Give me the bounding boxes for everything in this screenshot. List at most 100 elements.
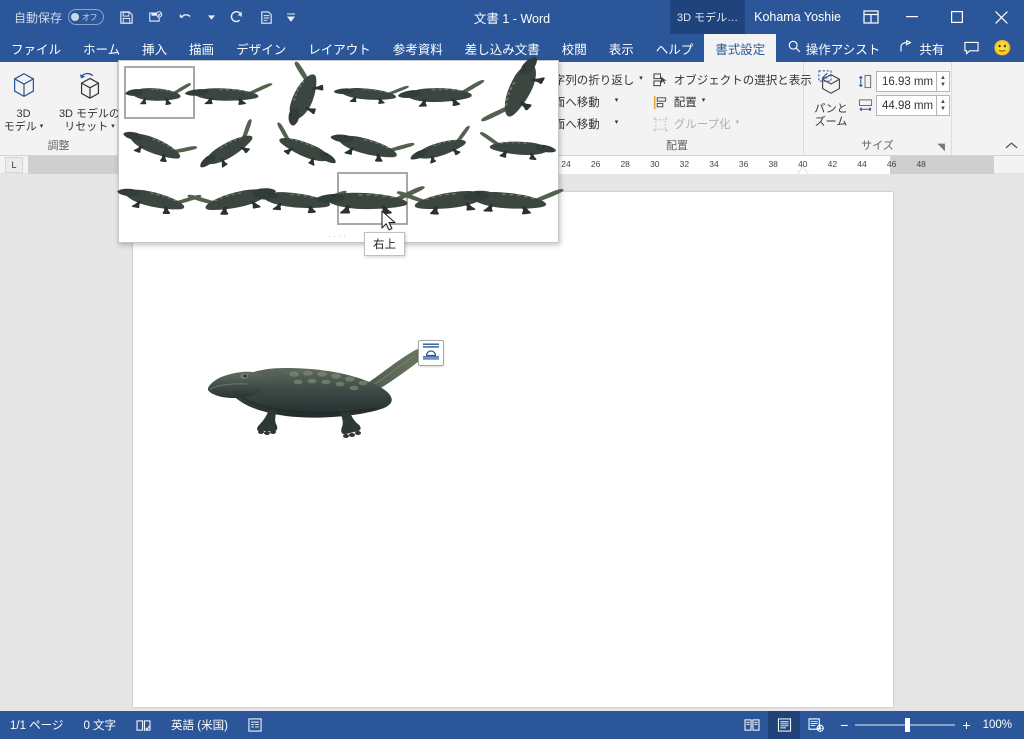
spin-down-icon[interactable]: ▼ — [940, 106, 946, 113]
reset-3d-model-button[interactable]: 3D モデルの リセット ▾ — [55, 66, 125, 135]
ribbon-display-options-icon[interactable] — [853, 0, 889, 34]
ruler-tick-label: 24 — [561, 159, 571, 169]
tab-help[interactable]: ヘルプ — [645, 34, 705, 62]
align-button[interactable]: 配置 ▾ — [648, 91, 817, 113]
word-count-status[interactable]: 0 文字 — [73, 717, 126, 733]
tab-view[interactable]: 表示 — [598, 34, 645, 62]
accessibility-icon[interactable] — [238, 718, 272, 732]
spin-up-icon[interactable]: ▲ — [940, 75, 946, 82]
3d-model-thumbnail-image — [467, 126, 562, 164]
chevron-down-icon[interactable]: ▾ — [615, 96, 619, 104]
share-label: 共有 — [919, 42, 945, 57]
ribbon-group-adjust-title: 調整 — [47, 140, 70, 152]
tab-references[interactable]: 参考資料 — [382, 34, 454, 62]
3d-model-view-thumbnail[interactable] — [461, 172, 564, 225]
ruler-tick-label: 32 — [679, 159, 690, 169]
tab-format[interactable]: 書式設定 — [704, 34, 777, 62]
autosave-switch[interactable]: オフ — [68, 9, 105, 25]
customize-quick-access-toolbar-icon[interactable] — [282, 4, 300, 30]
shape-height-input[interactable]: 16.93 mm — [876, 71, 936, 92]
crocodile-3d-model[interactable] — [198, 332, 448, 442]
zoom-level-label[interactable]: 100% — [979, 719, 1024, 731]
save-as-icon[interactable] — [142, 4, 170, 30]
3d-model-view-thumbnail[interactable] — [184, 66, 272, 119]
page-number-status[interactable]: 1/1 ページ — [0, 717, 73, 733]
autosave-toggle[interactable]: 自動保存 オフ — [8, 9, 110, 26]
ruler-tick-label: 48 — [916, 159, 926, 169]
pan-and-zoom-label-line2: ズーム — [814, 116, 848, 129]
size-dialog-launcher[interactable]: ◥ — [937, 142, 945, 153]
quick-print-icon[interactable] — [252, 4, 280, 30]
undo-dropdown-caret-icon[interactable] — [202, 4, 220, 30]
feedback-emoji-icon[interactable]: 🙂 — [989, 34, 1024, 62]
undo-icon[interactable] — [172, 4, 200, 30]
insert-3d-model-label-line1: 3D — [16, 108, 31, 121]
selection-pane-button[interactable]: オブジェクトの選択と表示 — [648, 69, 817, 91]
shape-width-stepper[interactable]: 44.98 mm ▲ ▼ — [876, 95, 950, 116]
maximize-button[interactable] — [934, 0, 979, 34]
search-icon — [788, 40, 801, 56]
chevron-down-icon[interactable]: ▾ — [615, 118, 619, 126]
align-label: 配置 — [673, 97, 697, 109]
chevron-down-icon[interactable]: ▾ — [40, 123, 44, 130]
zoom-slider[interactable]: − + — [832, 718, 978, 732]
size-fields: 16.93 mm ▲ ▼ 44.98 mm ▲ ▼ — [857, 66, 950, 116]
3d-model-view-thumbnail[interactable] — [330, 119, 415, 172]
shape-height-spin-buttons[interactable]: ▲ ▼ — [936, 71, 950, 92]
pan-and-zoom-button[interactable]: パンと ズーム — [805, 66, 857, 130]
tab-review[interactable]: 校閲 — [551, 34, 598, 62]
redo-icon[interactable] — [222, 4, 250, 30]
shape-height-stepper[interactable]: 16.93 mm ▲ ▼ — [876, 71, 950, 92]
tab-home[interactable]: ホーム — [72, 34, 131, 62]
tab-stop-selector-button[interactable]: L — [5, 157, 23, 173]
ruler-tick-label: 34 — [709, 159, 719, 169]
shape-width-spin-buttons[interactable]: ▲ ▼ — [936, 95, 950, 116]
zoom-out-button[interactable]: − — [840, 718, 848, 732]
document-page[interactable] — [133, 192, 893, 707]
3d-model-view-thumbnail[interactable] — [122, 119, 197, 172]
zoom-slider-thumb[interactable] — [905, 718, 911, 732]
spin-down-icon[interactable]: ▼ — [940, 82, 946, 89]
chevron-down-icon[interactable]: ▾ — [702, 96, 706, 104]
chevron-down-icon[interactable]: ▾ — [639, 74, 643, 82]
comments-icon[interactable] — [954, 34, 989, 62]
tell-me-search[interactable]: 操作アシスト — [778, 34, 891, 62]
3d-model-views-gallery[interactable]: .... — [116, 56, 564, 243]
layout-options-button[interactable] — [418, 340, 444, 366]
3d-model-view-thumbnail[interactable] — [195, 118, 266, 172]
spin-up-icon[interactable]: ▲ — [940, 99, 946, 106]
zoom-slider-track[interactable] — [855, 718, 956, 732]
tab-draw[interactable]: 描画 — [178, 34, 225, 62]
3d-model-view-thumbnail[interactable] — [408, 119, 479, 172]
user-account-name[interactable]: Kohama Yoshie — [745, 10, 853, 24]
group-label: グループ化 — [673, 119, 731, 131]
pan-and-zoom-icon — [816, 69, 846, 101]
shape-width-input[interactable]: 44.98 mm — [876, 95, 936, 116]
3d-model-thumbnail-image — [392, 74, 495, 110]
shape-width-icon — [857, 98, 873, 114]
gallery-resize-grip[interactable]: .... — [329, 232, 349, 239]
left-indent-marker[interactable] — [797, 167, 808, 174]
print-layout-view-button[interactable] — [768, 711, 801, 739]
save-icon[interactable] — [112, 4, 140, 30]
tab-design[interactable]: デザイン — [225, 34, 297, 62]
tab-file[interactable]: ファイル — [0, 34, 72, 62]
document-canvas[interactable] — [0, 174, 1024, 711]
3d-model-view-thumbnail[interactable] — [397, 66, 484, 119]
tab-insert[interactable]: 挿入 — [131, 34, 178, 62]
close-button[interactable] — [979, 0, 1024, 34]
minimize-button[interactable] — [889, 0, 934, 34]
web-layout-view-button[interactable] — [800, 711, 832, 739]
3d-model-views-grid[interactable] — [116, 56, 564, 225]
zoom-in-button[interactable]: + — [962, 718, 970, 732]
status-bar-right: − + 100% — [736, 711, 1024, 739]
language-status[interactable]: 英語 (米国) — [161, 717, 238, 733]
read-mode-view-button[interactable] — [736, 711, 768, 739]
proofing-icon[interactable] — [126, 719, 161, 732]
insert-3d-model-button[interactable]: 3D モデル ▾ — [0, 66, 55, 135]
ribbon-group-arrange: 文字列の折り返し ▾ 前面へ移動 ▾ 背面へ移動 ▾ オブジェクトの選択と表示 … — [542, 62, 812, 155]
chevron-down-icon[interactable]: ▾ — [111, 123, 115, 130]
share-button[interactable]: 共有 — [890, 34, 954, 62]
3d-model-thumbnail-image — [455, 178, 573, 218]
collapse-ribbon-button[interactable] — [1005, 141, 1018, 153]
